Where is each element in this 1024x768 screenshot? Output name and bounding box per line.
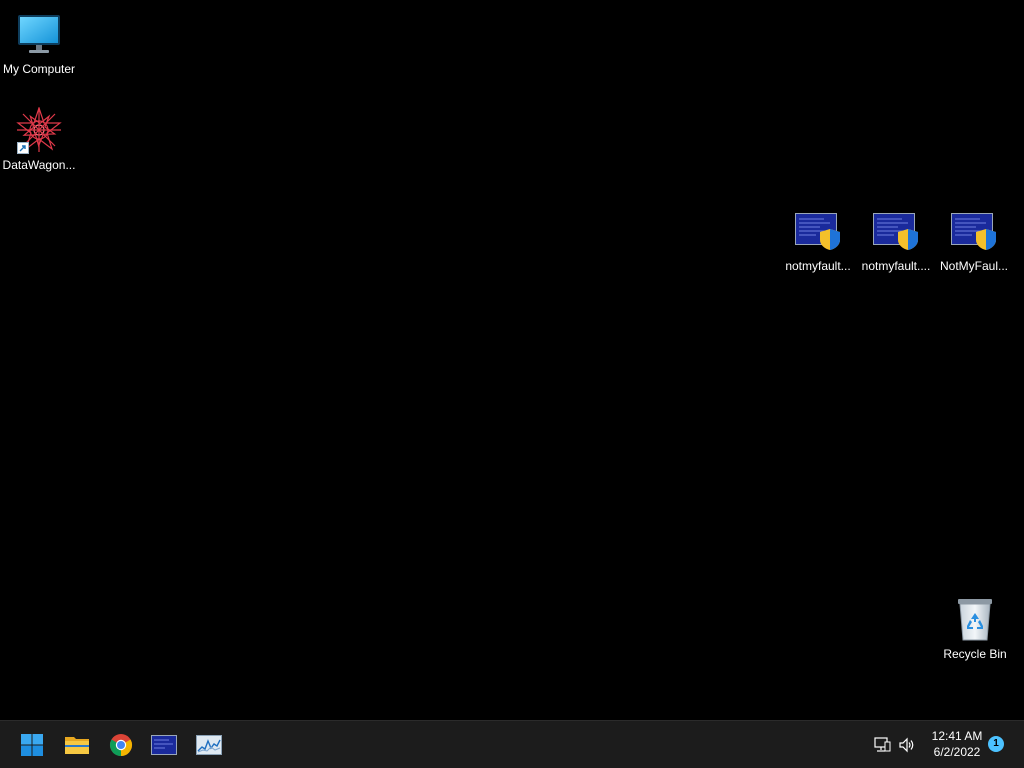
chrome-icon <box>110 734 132 756</box>
bsod-uac-shield-icon <box>794 207 842 255</box>
desktop-icon-label: notmyfault.... <box>861 259 931 273</box>
desktop-icon-label: DataWagon... <box>2 158 76 172</box>
bsod-uac-shield-icon <box>950 207 998 255</box>
bsod-uac-shield-icon <box>872 207 920 255</box>
desktop-icon-notmyfault-2[interactable]: notmyfault.... <box>858 207 934 273</box>
chrome-button[interactable] <box>103 727 139 763</box>
desktop-icon-label: My Computer <box>2 62 76 76</box>
file-explorer-icon <box>65 737 89 754</box>
desktop-icon-notmyfault-3[interactable]: NotMyFaul... <box>936 207 1012 273</box>
file-explorer-button[interactable] <box>59 727 95 763</box>
start-button[interactable] <box>14 727 50 763</box>
desktop-icon-label: notmyfault... <box>785 259 851 273</box>
datawagon-logo-icon <box>15 106 63 154</box>
shortcut-arrow-icon <box>17 142 29 154</box>
taskbar: 12:41 AM 6/2/2022 1 <box>0 720 1024 768</box>
performance-monitor-button[interactable] <box>191 727 227 763</box>
desktop-icon-label: NotMyFaul... <box>939 259 1008 273</box>
bsod-app-button[interactable] <box>146 727 182 763</box>
desktop[interactable]: My Computer DataWagon... notmyfault... n… <box>0 0 1024 720</box>
volume-icon[interactable] <box>897 735 917 755</box>
performance-monitor-icon <box>196 735 222 755</box>
clock-date: 6/2/2022 <box>933 745 981 759</box>
desktop-icon-datawagon[interactable]: DataWagon... <box>1 106 77 172</box>
clock[interactable]: 12:41 AM 6/2/2022 <box>924 728 990 760</box>
desktop-icon-recycle-bin[interactable]: Recycle Bin <box>937 595 1013 661</box>
desktop-icon-my-computer[interactable]: My Computer <box>1 10 77 76</box>
bsod-app-icon <box>151 735 177 755</box>
notification-badge[interactable]: 1 <box>988 736 1004 752</box>
clock-time: 12:41 AM <box>931 729 983 743</box>
monitor-icon <box>15 10 63 58</box>
start-icon <box>21 734 43 756</box>
desktop-icon-label: Recycle Bin <box>943 647 1007 661</box>
recycle-bin-icon <box>951 595 999 643</box>
network-icon[interactable] <box>872 735 892 755</box>
desktop-icon-notmyfault-1[interactable]: notmyfault... <box>780 207 856 273</box>
